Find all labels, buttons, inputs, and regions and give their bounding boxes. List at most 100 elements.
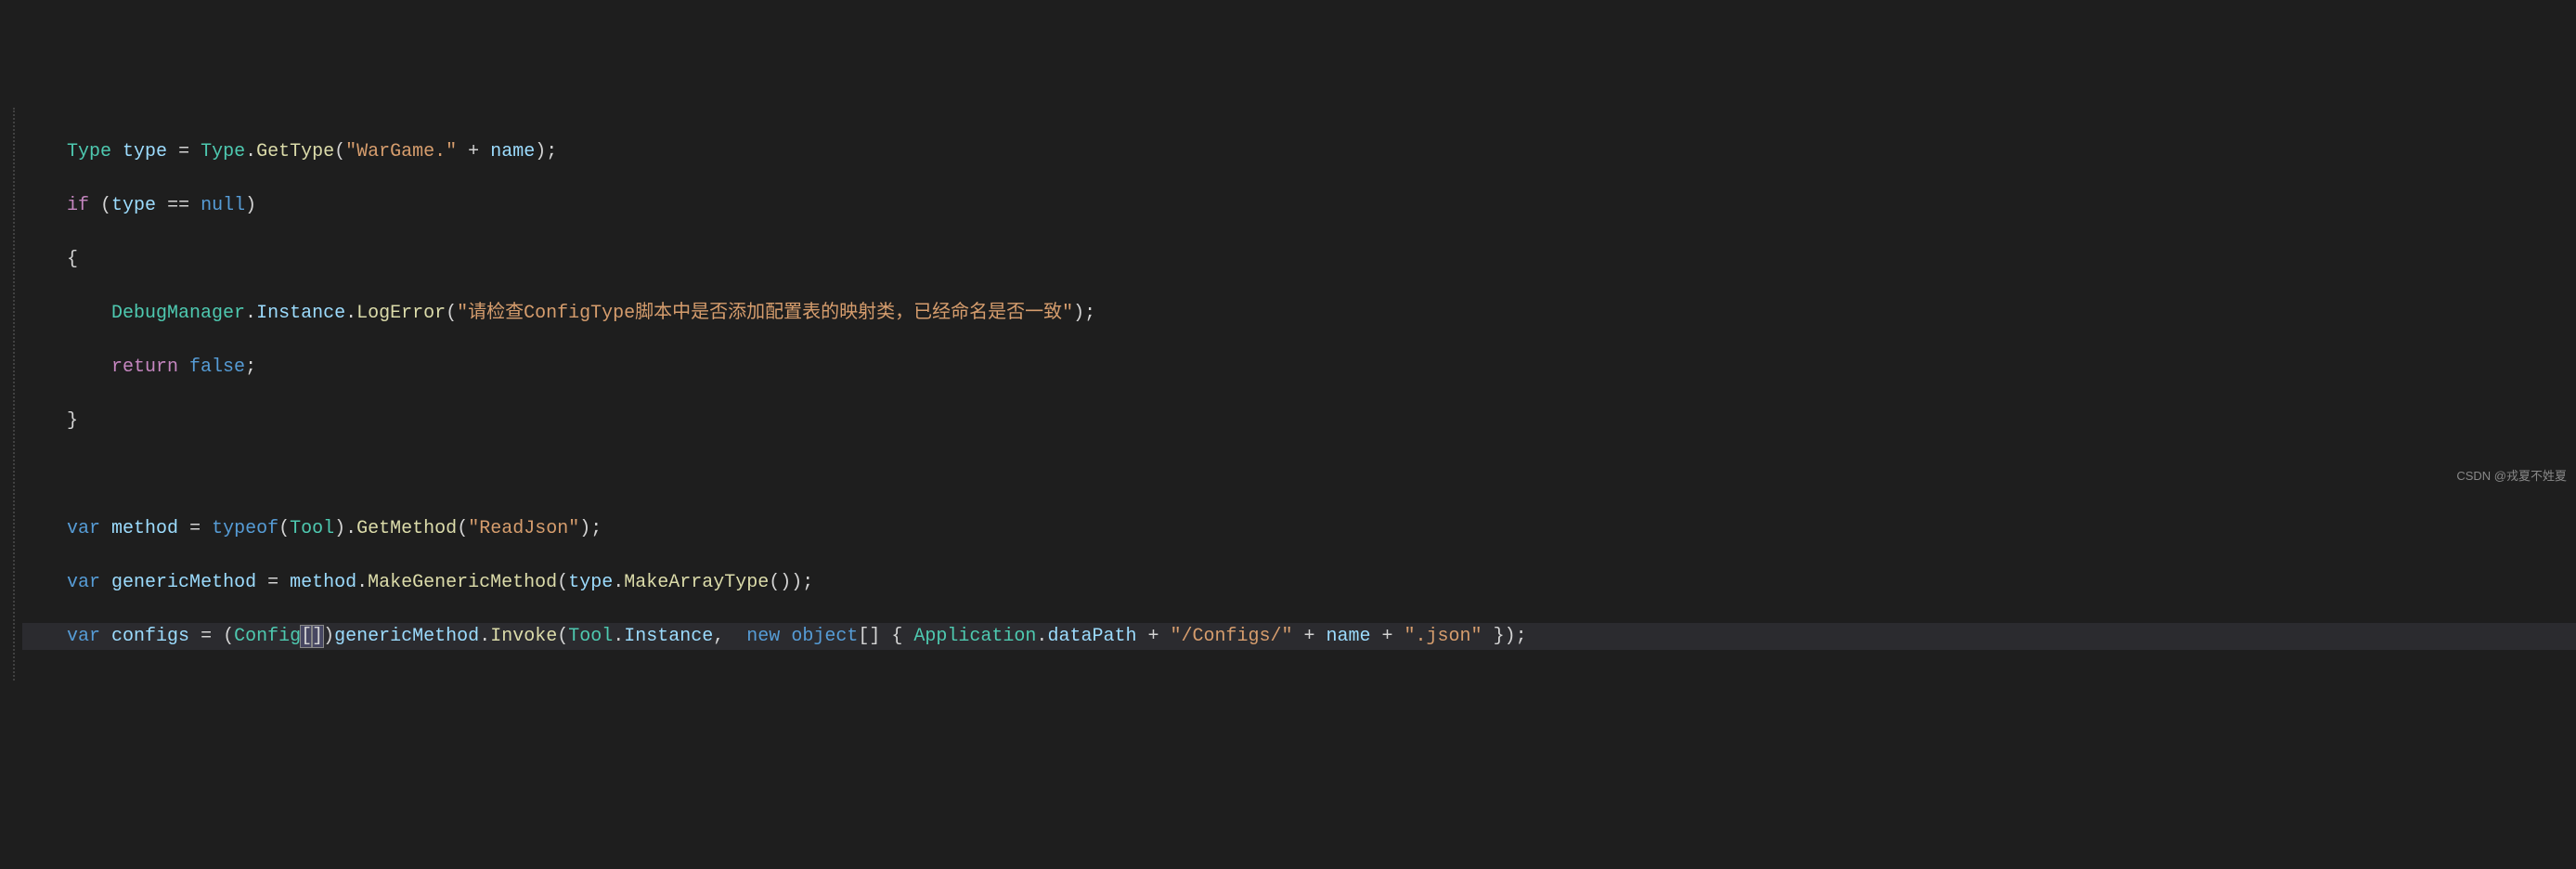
bracket-token: [] (858, 626, 880, 647)
code-line: Type type = Type.GetType("WarGame." + na… (22, 138, 2576, 165)
string-token: "ReadJson" (468, 518, 579, 539)
code-line: } (22, 408, 2576, 434)
space (880, 626, 891, 647)
paren-token: ) (1073, 303, 1084, 324)
keyword-token: typeof (212, 518, 278, 539)
code-line: var genericMethod = method.MakeGenericMe… (22, 569, 2576, 596)
type-token: Tool (568, 626, 613, 647)
brace-token: } (1482, 626, 1505, 647)
variable-token: name (490, 141, 535, 162)
variable-token: type (568, 572, 613, 593)
semi-token: ; (245, 357, 256, 378)
method-token: GetMethod (356, 518, 457, 539)
code-line: { (22, 246, 2576, 273)
semi-token: ; (802, 572, 813, 593)
space (100, 572, 111, 593)
punct-token: . (345, 303, 356, 324)
method-token: MakeGenericMethod (368, 572, 557, 593)
brace-token: { (891, 626, 913, 647)
punct-token: . (613, 626, 624, 647)
operator-token: + (1371, 626, 1405, 647)
operator-token: + (1136, 626, 1170, 647)
punct-token: . (345, 518, 356, 539)
type-token: Tool (290, 518, 334, 539)
keyword-token: false (189, 357, 245, 378)
semi-token: ; (1516, 626, 1527, 647)
paren-token: ) (791, 572, 802, 593)
paren-token: ) (245, 195, 256, 216)
class-token: DebugManager (111, 303, 245, 324)
paren-token: ( (457, 518, 468, 539)
variable-token: type (111, 195, 156, 216)
space (780, 626, 791, 647)
keyword-token: var (67, 518, 100, 539)
watermark: CSDN @戎夏不姓夏 (2456, 462, 2567, 489)
operator-token: + (457, 141, 490, 162)
variable-token: name (1327, 626, 1371, 647)
punct-token: . (356, 572, 368, 593)
space (178, 357, 189, 378)
paren-token: ( (557, 626, 568, 647)
code-line (22, 461, 2576, 488)
space (100, 518, 111, 539)
brace-token: { (67, 249, 78, 270)
paren-token: () (769, 572, 791, 593)
paren-token: ) (334, 518, 345, 539)
code-line: DebugManager.Instance.LogError("请检查Confi… (22, 300, 2576, 327)
variable-token: genericMethod (111, 572, 256, 593)
paren-token: ( (223, 626, 234, 647)
type-token: Type (201, 141, 245, 162)
operator-token: = (256, 572, 290, 593)
comma-token: , (713, 626, 735, 647)
bracket-highlight-token: ] (312, 626, 323, 647)
semi-token: ; (1084, 303, 1095, 324)
paren-token: ( (89, 195, 111, 216)
space (100, 626, 111, 647)
paren-token: ) (579, 518, 590, 539)
punct-token: . (1036, 626, 1047, 647)
paren-token: ) (535, 141, 546, 162)
variable-token: method (290, 572, 356, 593)
punct-token: . (245, 303, 256, 324)
code-line: return false; (22, 354, 2576, 381)
type-token: Config (234, 626, 301, 647)
semi-token: ; (590, 518, 602, 539)
variable-token: type (123, 141, 167, 162)
paren-token: ( (334, 141, 345, 162)
bracket-highlight-token: [ (301, 626, 312, 647)
keyword-token: if (67, 195, 89, 216)
semi-token: ; (546, 141, 557, 162)
keyword-token: return (111, 357, 178, 378)
paren-token: ) (323, 626, 334, 647)
class-token: Application (913, 626, 1036, 647)
operator-token: = (167, 141, 201, 162)
variable-token: configs (111, 626, 189, 647)
paren-token: ( (557, 572, 568, 593)
variable-token: genericMethod (334, 626, 479, 647)
method-token: Invoke (490, 626, 557, 647)
keyword-token: null (201, 195, 245, 216)
keyword-token: var (67, 572, 100, 593)
code-line: var method = typeof(Tool).GetMethod("Rea… (22, 515, 2576, 542)
punct-token: . (613, 572, 624, 593)
paren-token: ) (1505, 626, 1516, 647)
keyword-token: var (67, 626, 100, 647)
method-token: LogError (356, 303, 446, 324)
paren-token: ( (446, 303, 457, 324)
code-line: if (type == null) (22, 192, 2576, 219)
brace-token: } (67, 410, 78, 432)
method-token: MakeArrayType (624, 572, 769, 593)
type-token: Type (67, 141, 111, 162)
code-editor[interactable]: Type type = Type.GetType("WarGame." + na… (13, 108, 2576, 681)
operator-token: + (1293, 626, 1327, 647)
property-token: Instance (256, 303, 345, 324)
string-token: ".json" (1405, 626, 1482, 647)
keyword-token: new (735, 626, 780, 647)
paren-token: ( (278, 518, 290, 539)
method-token: GetType (256, 141, 334, 162)
string-token: "WarGame." (345, 141, 457, 162)
punct-token: . (479, 626, 490, 647)
code-line-current: var configs = (Config[])genericMethod.In… (22, 623, 2576, 650)
property-token: dataPath (1047, 626, 1136, 647)
property-token: Instance (624, 626, 713, 647)
